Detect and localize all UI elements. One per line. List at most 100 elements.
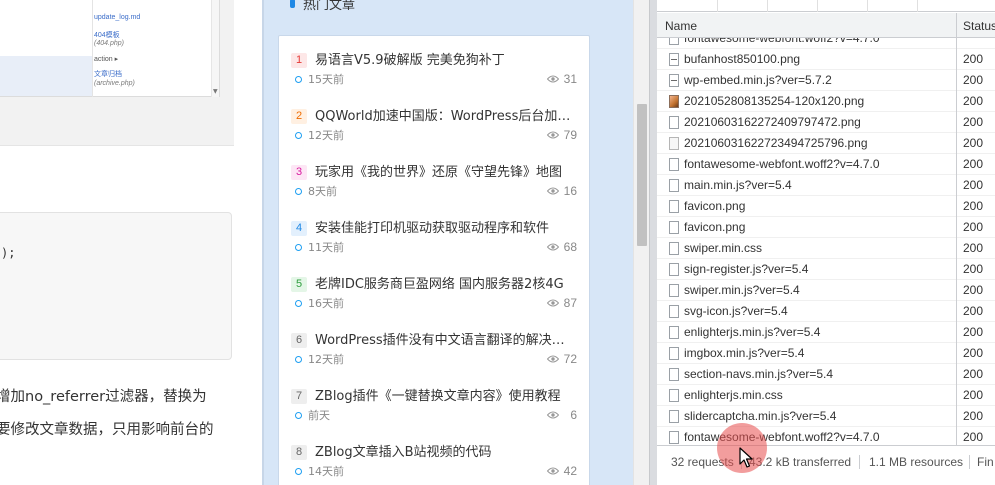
article-date: 16天前 — [308, 297, 344, 310]
network-request-row[interactable]: enlighterjs.min.js?ver=5.4 200 — [657, 322, 995, 343]
hot-article-item[interactable]: 3 玩家用《我的世界》还原《守望先锋》地图 8天前 16 — [291, 162, 577, 212]
eye-icon — [547, 187, 559, 195]
rank-badge: 4 — [291, 221, 307, 236]
request-name: wp-embed.min.js?ver=5.7.2 — [684, 73, 832, 87]
network-request-row[interactable]: 20210603162272349472579​6.png 200 — [657, 133, 995, 154]
hot-article-item[interactable]: 4 安装佳能打印机驱动获取驱动程序和软件 11天前 68 — [291, 218, 577, 268]
article-title-link[interactable]: ZBlog插件《一键替换文章内容》使用教程 — [315, 386, 573, 407]
rank-badge: 5 — [291, 277, 307, 292]
network-request-row[interactable]: 20210603162272409797472.png 200 — [657, 112, 995, 133]
request-status: 200 — [963, 115, 984, 129]
request-name: favicon.png — [684, 199, 746, 213]
request-status: 200 — [963, 388, 984, 402]
paragraph-line-2: 要修改文章数据，只用影响前台的 — [0, 422, 214, 438]
network-request-row[interactable]: enlighterjs.min.css 200 — [657, 385, 995, 406]
article-date: 前天 — [308, 409, 330, 422]
waterfall-overview[interactable] — [657, 0, 995, 12]
network-request-row[interactable]: bufanhost850100.png 200 — [657, 49, 995, 70]
request-status: 200 — [963, 136, 984, 150]
request-status: 200 — [963, 430, 984, 444]
network-request-row[interactable]: favicon.png 200 — [657, 196, 995, 217]
column-separator[interactable] — [956, 13, 957, 445]
eye-icon — [547, 131, 559, 139]
devtools-splitter[interactable] — [649, 0, 657, 485]
request-status: 200 — [963, 325, 984, 339]
hot-article-item[interactable]: 8 ZBlog文章插入B站视频的代码 14天前 42 — [291, 442, 577, 485]
network-request-row[interactable]: 2021052808135254-120x120.png 200 — [657, 91, 995, 112]
file-icon — [669, 431, 679, 444]
file-icon — [669, 38, 679, 45]
screenshot-scrollbar: ▼ — [211, 0, 219, 97]
hot-article-item[interactable]: 1 易语言V5.9破解版 完美免狗补丁 15天前 31 — [291, 50, 577, 100]
request-name: swiper.min.js?ver=5.4 — [684, 283, 800, 297]
file-icon — [669, 158, 679, 171]
network-request-row[interactable]: main.min.js?ver=5.4 200 — [657, 175, 995, 196]
rank-badge: 6 — [291, 333, 307, 348]
request-name: main.min.js?ver=5.4 — [684, 178, 792, 192]
network-request-row[interactable]: swiper.min.css 200 — [657, 238, 995, 259]
eye-icon — [547, 75, 559, 83]
view-count: 68 — [563, 240, 577, 254]
resources-size: 1.1 MB resources — [869, 455, 964, 469]
view-count: 6 — [570, 408, 577, 422]
waterfall-tick — [917, 0, 918, 12]
network-request-row[interactable]: favicon.png 200 — [657, 217, 995, 238]
file-icon — [669, 263, 679, 276]
clock-icon — [295, 188, 302, 195]
network-request-row[interactable]: wp-embed.min.js?ver=5.7.2 200 — [657, 70, 995, 91]
code-block: ); — [0, 212, 232, 360]
article-title-link[interactable]: QQWorld加速中国版：WordPress后台加速插件 — [315, 106, 573, 127]
request-status: 200 — [963, 262, 984, 276]
network-request-row[interactable]: section-navs.min.js?ver=5.4 200 — [657, 364, 995, 385]
network-request-row[interactable]: fontawesome-webfont.woff2?v=4.7.0 200 — [657, 154, 995, 175]
article-title-link[interactable]: WordPress插件没有中文语言翻译的解决方法 — [315, 330, 573, 351]
article-title-link[interactable]: ZBlog文章插入B站视频的代码 — [315, 442, 573, 463]
article-title-link[interactable]: 易语言V5.9破解版 完美免狗补丁 — [315, 50, 573, 71]
file-icon — [669, 200, 679, 213]
network-table-header: Name Status — [657, 13, 995, 38]
network-request-row[interactable]: imgbox.min.js?ver=5.4 200 — [657, 343, 995, 364]
clock-icon — [295, 244, 302, 251]
hot-article-item[interactable]: 6 WordPress插件没有中文语言翻译的解决方法 12天前 72 — [291, 330, 577, 380]
file-line-icon — [669, 74, 679, 87]
file-icon — [669, 347, 679, 360]
article-title-link[interactable]: 安装佳能打印机驱动获取驱动程序和软件 — [315, 218, 573, 239]
eye-icon — [547, 355, 559, 363]
clock-icon — [295, 468, 302, 475]
request-name: favicon.png — [684, 220, 746, 234]
page-scrollbar[interactable] — [633, 0, 649, 485]
rank-badge: 7 — [291, 389, 307, 404]
article-title-link[interactable]: 老牌IDC服务商巨盈网络 国内服务器2核4G — [315, 274, 573, 295]
network-request-row[interactable]: fontawesome-webfont.woff2?v=4.7.0 200 — [657, 427, 995, 445]
request-status: 200 — [963, 409, 984, 423]
rank-badge: 3 — [291, 165, 307, 180]
image-light-icon — [669, 137, 679, 150]
network-request-row[interactable]: slidercaptcha.min.js?ver=5.4 200 — [657, 406, 995, 427]
eye-icon — [547, 411, 559, 419]
page-scrollbar-thumb[interactable] — [637, 104, 647, 246]
request-status: 200 — [963, 220, 984, 234]
rank-badge: 8 — [291, 445, 307, 460]
network-request-row[interactable]: swiper.min.js?ver=5.4 200 — [657, 280, 995, 301]
mouse-pointer-icon — [739, 447, 753, 468]
file-line-icon — [669, 53, 679, 66]
network-request-row[interactable]: sign-register.js?ver=5.4 200 — [657, 259, 995, 280]
article-screenshot: ▼ update_log.md 404模板 (404.php) action ▸… — [0, 0, 234, 146]
request-name: fontawesome-webfont.woff2?v=4.7.0 — [684, 38, 880, 45]
hot-article-item[interactable]: 7 ZBlog插件《一键替换文章内容》使用教程前天 6 — [291, 386, 577, 436]
screenshot-line-1: update_log.md — [94, 14, 141, 21]
view-count: 42 — [563, 464, 577, 478]
hot-article-item[interactable]: 2 QQWorld加速中国版：WordPress后台加速插件 12天前 79 — [291, 106, 577, 156]
column-header-status[interactable]: Status — [963, 19, 995, 33]
waterfall-tick — [767, 0, 768, 12]
column-header-name[interactable]: Name — [665, 19, 697, 33]
file-icon — [669, 368, 679, 381]
hot-article-item[interactable]: 5 老牌IDC服务商巨盈网络 国内服务器2核4G 16天前 87 — [291, 274, 577, 324]
request-name: slidercaptcha.min.js?ver=5.4 — [684, 409, 837, 423]
screenshot-line-2: 404模板 — [94, 32, 120, 39]
clock-icon — [295, 300, 302, 307]
request-name: section-navs.min.js?ver=5.4 — [684, 367, 834, 381]
article-title-link[interactable]: 玩家用《我的世界》还原《守望先锋》地图 — [315, 162, 573, 183]
network-request-row[interactable]: fontawesome-webfont.woff2?v=4.7.0 — [657, 38, 995, 49]
network-request-row[interactable]: svg-icon.js?ver=5.4 200 — [657, 301, 995, 322]
